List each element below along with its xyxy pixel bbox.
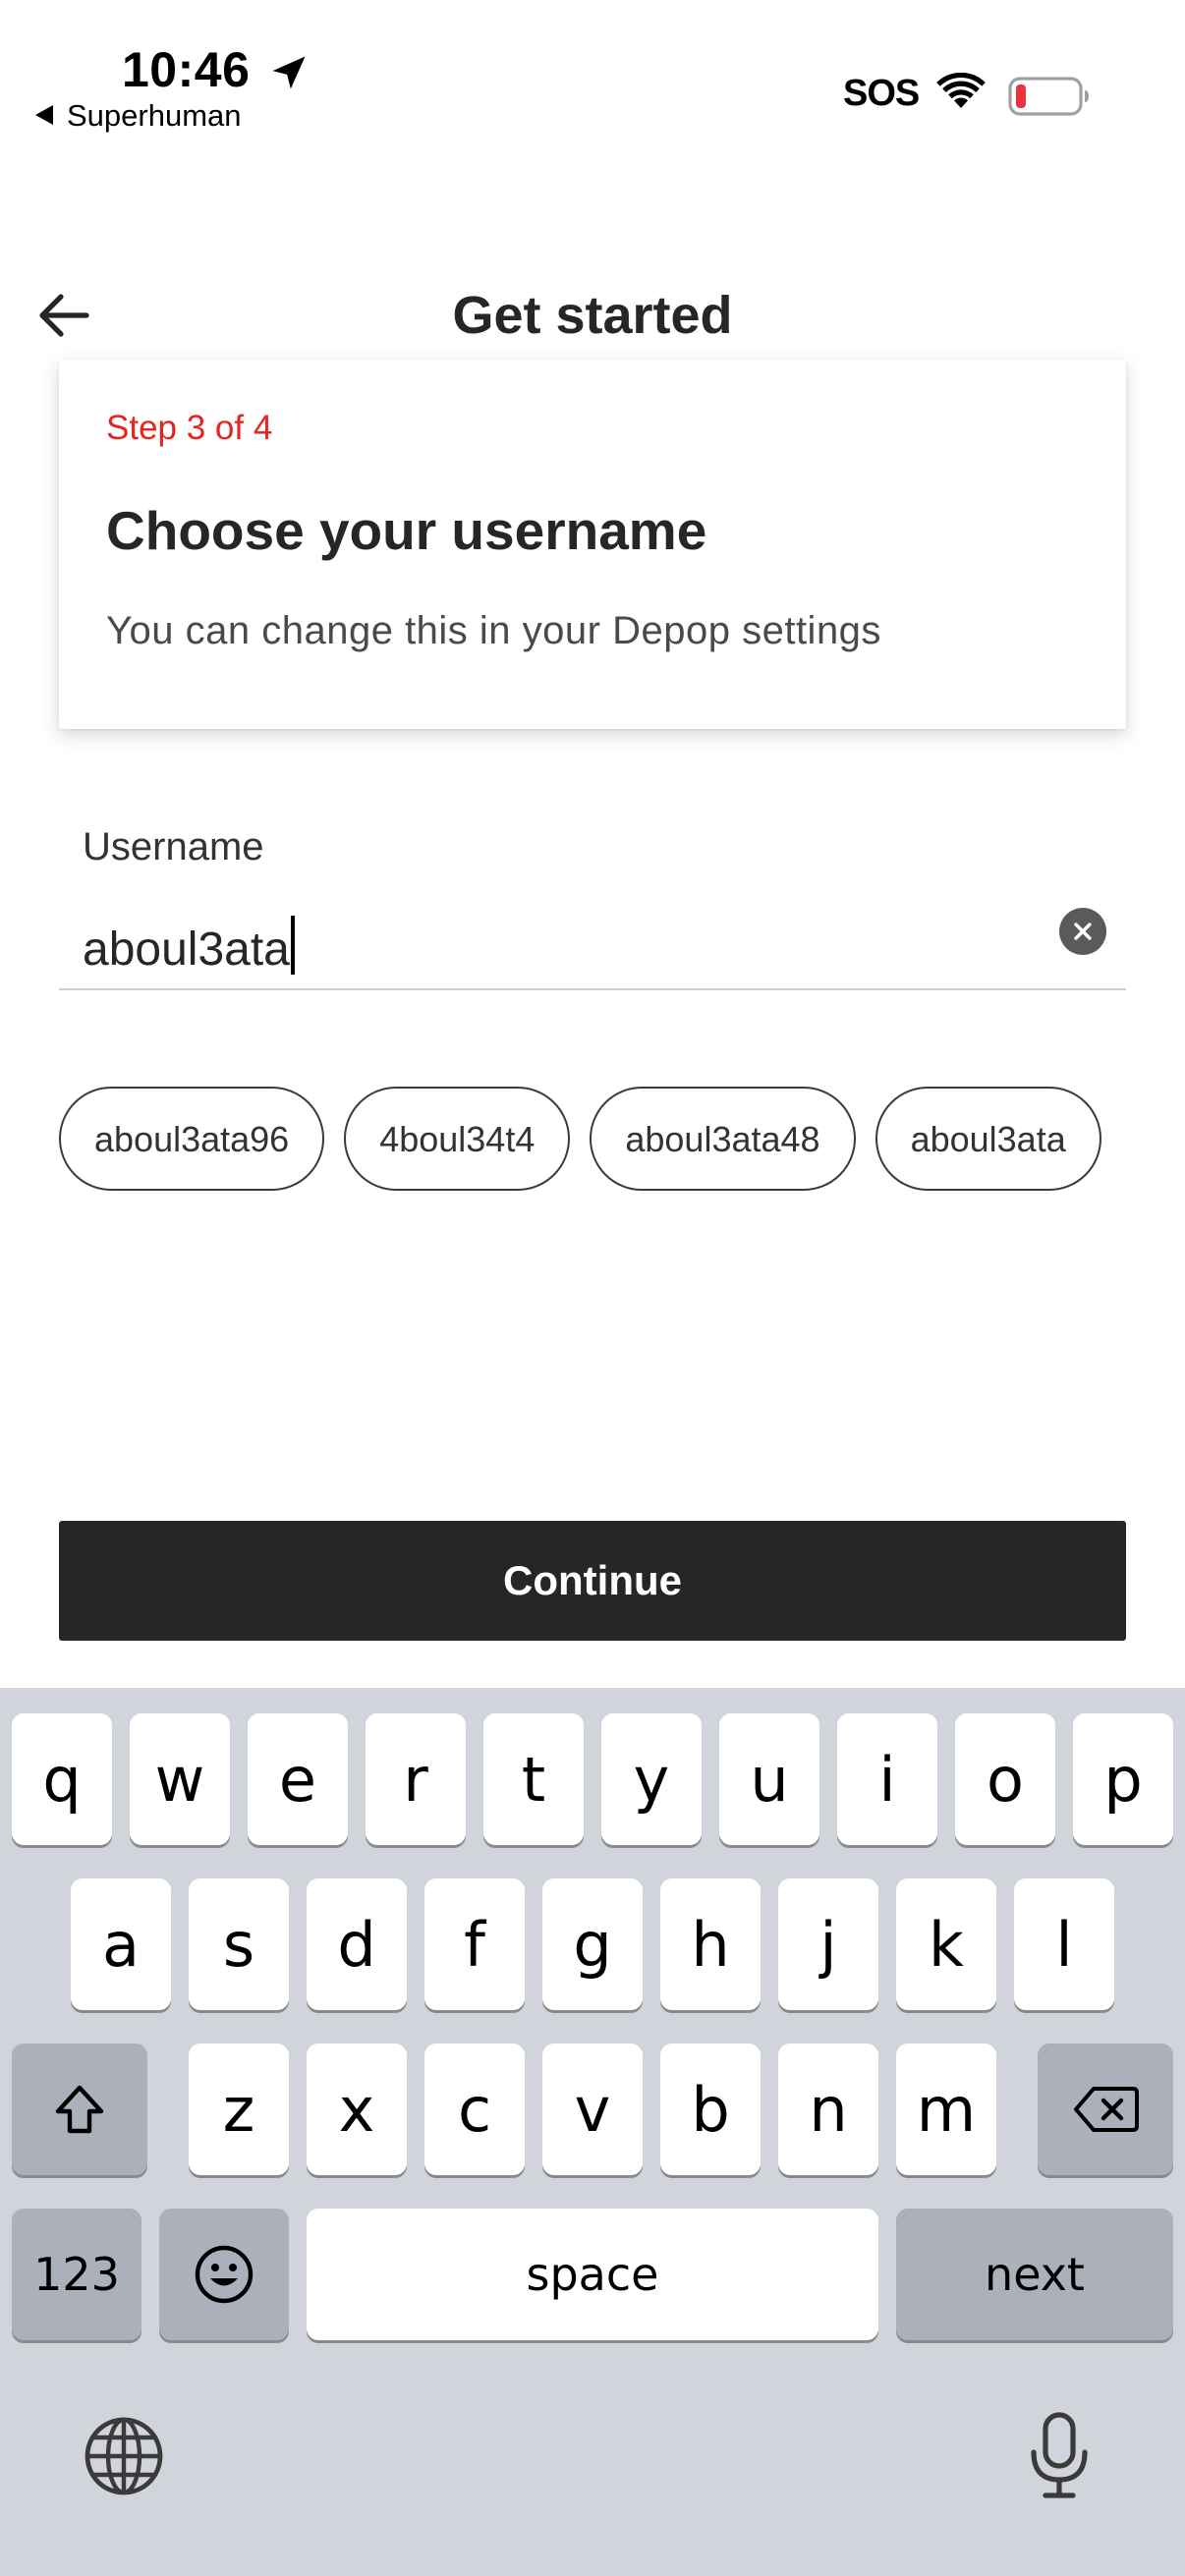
key-n[interactable]: n <box>778 2044 878 2175</box>
suggestion-chip[interactable]: aboul3ata96 <box>59 1087 325 1191</box>
key-l[interactable]: l <box>1014 1878 1114 2010</box>
status-bar: 10:46 Superhuman SOS <box>0 0 1185 147</box>
shift-icon <box>55 2085 104 2134</box>
username-label: Username <box>83 825 264 868</box>
input-underline <box>59 988 1126 990</box>
key-o[interactable]: o <box>955 1713 1055 1845</box>
step-card: Step 3 of 4 Choose your username You can… <box>59 360 1126 729</box>
step-indicator: Step 3 of 4 <box>106 409 273 447</box>
key-b[interactable]: b <box>660 2044 761 2175</box>
key-k[interactable]: k <box>896 1878 996 2010</box>
card-title: Choose your username <box>106 500 707 561</box>
key-r[interactable]: r <box>366 1713 466 1845</box>
key-x[interactable]: x <box>307 2044 407 2175</box>
suggestion-chip[interactable]: aboul3ata48 <box>590 1087 856 1191</box>
back-triangle-icon <box>35 105 53 125</box>
username-value: aboul3ata <box>83 924 290 976</box>
key-y[interactable]: y <box>601 1713 702 1845</box>
battery-low-icon <box>1008 77 1089 116</box>
location-arrow-icon <box>272 56 306 89</box>
key-g[interactable]: g <box>542 1878 643 2010</box>
close-icon <box>1074 923 1092 940</box>
key-m[interactable]: m <box>896 2044 996 2175</box>
status-time: 10:46 <box>122 42 251 97</box>
key-e[interactable]: e <box>248 1713 348 1845</box>
back-to-app-link[interactable]: Superhuman <box>35 98 242 134</box>
key-f[interactable]: f <box>424 1878 525 2010</box>
text-caret <box>290 916 295 975</box>
suggestion-chip[interactable]: 4boul34t4 <box>344 1087 571 1191</box>
suggestion-chip[interactable]: aboul3ata <box>875 1087 1101 1191</box>
username-suggestions: aboul3ata96 4boul34t4 aboul3ata48 aboul3ata <box>59 1087 1126 1193</box>
key-p[interactable]: p <box>1073 1713 1173 1845</box>
key-z[interactable]: z <box>189 2044 289 2175</box>
back-app-label: Superhuman <box>67 98 242 133</box>
next-key[interactable]: next <box>896 2209 1173 2340</box>
key-h[interactable]: h <box>660 1878 761 2010</box>
key-q[interactable]: q <box>12 1713 112 1845</box>
microphone-icon[interactable] <box>1028 2411 1091 2501</box>
globe-icon[interactable] <box>83 2415 165 2497</box>
backspace-icon <box>1074 2087 1139 2132</box>
username-input[interactable]: aboul3ata <box>83 916 1026 977</box>
key-j[interactable]: j <box>778 1878 878 2010</box>
key-t[interactable]: t <box>483 1713 584 1845</box>
key-c[interactable]: c <box>424 2044 525 2175</box>
clear-input-button[interactable] <box>1059 908 1106 955</box>
key-d[interactable]: d <box>307 1878 407 2010</box>
continue-button[interactable]: Continue <box>59 1521 1126 1641</box>
shift-key[interactable] <box>12 2044 147 2175</box>
key-a[interactable]: a <box>71 1878 171 2010</box>
numbers-key[interactable]: 123 <box>12 2209 141 2340</box>
sos-indicator: SOS <box>843 73 920 114</box>
key-s[interactable]: s <box>189 1878 289 2010</box>
emoji-key[interactable] <box>159 2209 289 2340</box>
card-subtitle: You can change this in your Depop settin… <box>106 609 881 652</box>
key-u[interactable]: u <box>719 1713 819 1845</box>
emoji-icon <box>195 2245 254 2304</box>
space-key[interactable]: space <box>307 2209 878 2340</box>
wifi-icon <box>936 73 986 108</box>
delete-key[interactable] <box>1038 2044 1173 2175</box>
key-w[interactable]: w <box>130 1713 230 1845</box>
page-title: Get started <box>452 286 733 345</box>
key-i[interactable]: i <box>837 1713 937 1845</box>
key-v[interactable]: v <box>542 2044 643 2175</box>
